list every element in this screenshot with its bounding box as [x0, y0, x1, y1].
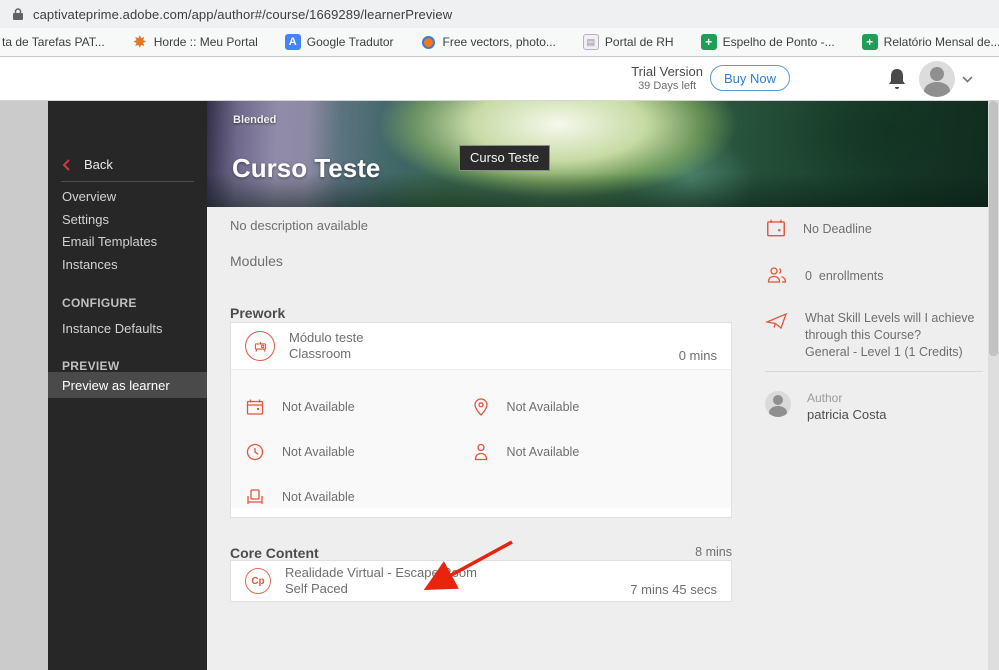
translate-favicon: A — [285, 34, 301, 50]
deadline-row: No Deadline — [765, 217, 872, 239]
page-left-gutter — [0, 101, 48, 670]
skill-line-1: What Skill Levels will I achieve — [805, 310, 975, 327]
core-module-card[interactable]: Cp Realidade Virtual - Escape Room Self … — [230, 560, 732, 602]
paper-plane-icon — [765, 310, 789, 332]
module-name: Realidade Virtual - Escape Room — [285, 565, 477, 581]
course-title-tooltip: Curso Teste — [459, 145, 550, 171]
skill-levels-row: What Skill Levels will I achieve through… — [765, 310, 975, 361]
user-menu[interactable] — [919, 61, 973, 97]
course-banner-image: Blended Curso Teste Curso Teste — [207, 101, 988, 207]
enrollments-row: 0 enrollments — [765, 264, 884, 286]
rail-divider — [765, 371, 983, 372]
prework-heading: Prework — [230, 305, 285, 321]
detail-seats: Not Available — [245, 486, 472, 508]
app-header: Trial Version 39 Days left Buy Now — [0, 57, 999, 101]
sidebar-item-preview-as-learner[interactable]: Preview as learner — [48, 372, 207, 398]
horde-favicon: ✸ — [132, 34, 148, 50]
bookmark-horde[interactable]: ✸ Horde :: Meu Portal — [132, 34, 258, 50]
bookmarks-bar: ta de Tarefas PAT... ✸ Horde :: Meu Port… — [0, 28, 999, 57]
course-sidebar: Back Overview Settings Email Templates I… — [48, 101, 207, 670]
avatar[interactable] — [919, 61, 955, 97]
portal-favicon: ▤ — [583, 34, 599, 50]
trial-version-info: Trial Version 39 Days left — [631, 64, 703, 92]
module-name: Módulo teste — [289, 330, 363, 346]
enrollments-people-icon — [765, 264, 789, 286]
sidebar-item-instances[interactable]: Instances — [62, 257, 118, 272]
course-title: Curso Teste — [232, 153, 380, 184]
core-content-header: Core Content 8 mins — [230, 545, 732, 561]
detail-instructor: Not Available — [472, 441, 717, 463]
enrollments-count: 0 — [805, 269, 812, 283]
person-icon — [472, 442, 490, 462]
trial-version-label: Trial Version — [631, 64, 703, 79]
clock-icon — [245, 442, 265, 462]
author-row: Author patricia Costa — [765, 391, 886, 423]
course-type-badge: Blended — [233, 114, 276, 126]
notifications-bell-icon[interactable] — [886, 67, 908, 91]
detail-time: Not Available — [245, 441, 472, 463]
chevron-left-icon — [62, 159, 70, 171]
module-type: Self Paced — [285, 581, 477, 597]
module-details: Not Available Not Available Not Availabl… — [231, 370, 731, 508]
trial-days-left: 39 Days left — [631, 80, 703, 92]
calendar-icon — [765, 217, 787, 239]
lock-icon[interactable] — [12, 7, 24, 21]
author-avatar — [765, 391, 791, 417]
scrollbar-thumb[interactable] — [989, 101, 998, 356]
modules-heading: Modules — [230, 253, 283, 269]
detail-location: Not Available — [472, 396, 717, 418]
seat-icon — [245, 487, 265, 507]
freepik-favicon — [421, 34, 437, 50]
module-type: Classroom — [289, 346, 363, 362]
enrollments-label: enrollments — [819, 269, 884, 283]
buy-now-button[interactable]: Buy Now — [710, 65, 790, 91]
sidebar-item-email-templates[interactable]: Email Templates — [62, 234, 157, 249]
detail-date: Not Available — [245, 396, 472, 418]
bookmark-tarefas[interactable]: ta de Tarefas PAT... — [2, 35, 105, 49]
calendar-icon — [245, 397, 265, 417]
excel-favicon: + — [862, 34, 878, 50]
author-label: Author — [807, 391, 886, 406]
sidebar-item-overview[interactable]: Overview — [62, 189, 116, 204]
sidebar-section-preview: PREVIEW — [62, 359, 119, 373]
classroom-module-icon — [245, 331, 275, 361]
bookmark-freepik[interactable]: Free vectors, photo... — [421, 34, 556, 50]
course-description: No description available — [230, 218, 368, 233]
core-total-duration: 8 mins — [695, 545, 732, 561]
author-name: patricia Costa — [807, 406, 886, 423]
back-label: Back — [84, 157, 113, 172]
module-row[interactable]: Módulo teste Classroom 0 mins — [231, 323, 731, 370]
sidebar-section-configure: CONFIGURE — [62, 296, 137, 310]
sidebar-item-instance-defaults[interactable]: Instance Defaults — [62, 321, 162, 336]
skill-line-2: through this Course? — [805, 327, 975, 344]
browser-address-bar[interactable]: captivateprime.adobe.com/app/author#/cou… — [0, 0, 999, 28]
location-pin-icon — [472, 397, 490, 417]
sidebar-item-settings[interactable]: Settings — [62, 212, 109, 227]
core-content-heading: Core Content — [230, 545, 319, 561]
bookmark-espelho-ponto[interactable]: + Espelho de Ponto -... — [701, 34, 835, 50]
module-duration: 0 mins — [679, 348, 717, 369]
course-content-area: No description available Modules Prework… — [207, 207, 988, 670]
sidebar-divider — [61, 181, 194, 182]
url-text[interactable]: captivateprime.adobe.com/app/author#/cou… — [33, 7, 452, 22]
skill-line-3: General - Level 1 (1 Credits) — [805, 344, 975, 361]
bookmark-google-tradutor[interactable]: A Google Tradutor — [285, 34, 394, 50]
excel-favicon: + — [701, 34, 717, 50]
prework-module-card: Módulo teste Classroom 0 mins Not Availa… — [230, 322, 732, 518]
bookmark-portal-rh[interactable]: ▤ Portal de RH — [583, 34, 674, 50]
page-scrollbar[interactable] — [988, 101, 999, 670]
bookmark-relatorio-mensal[interactable]: + Relatório Mensal de... — [862, 34, 999, 50]
chevron-down-icon[interactable] — [962, 76, 973, 83]
back-button[interactable]: Back — [62, 157, 113, 172]
module-duration: 7 mins 45 secs — [630, 582, 717, 601]
captivate-cp-icon: Cp — [245, 568, 271, 594]
deadline-label: No Deadline — [803, 221, 872, 239]
